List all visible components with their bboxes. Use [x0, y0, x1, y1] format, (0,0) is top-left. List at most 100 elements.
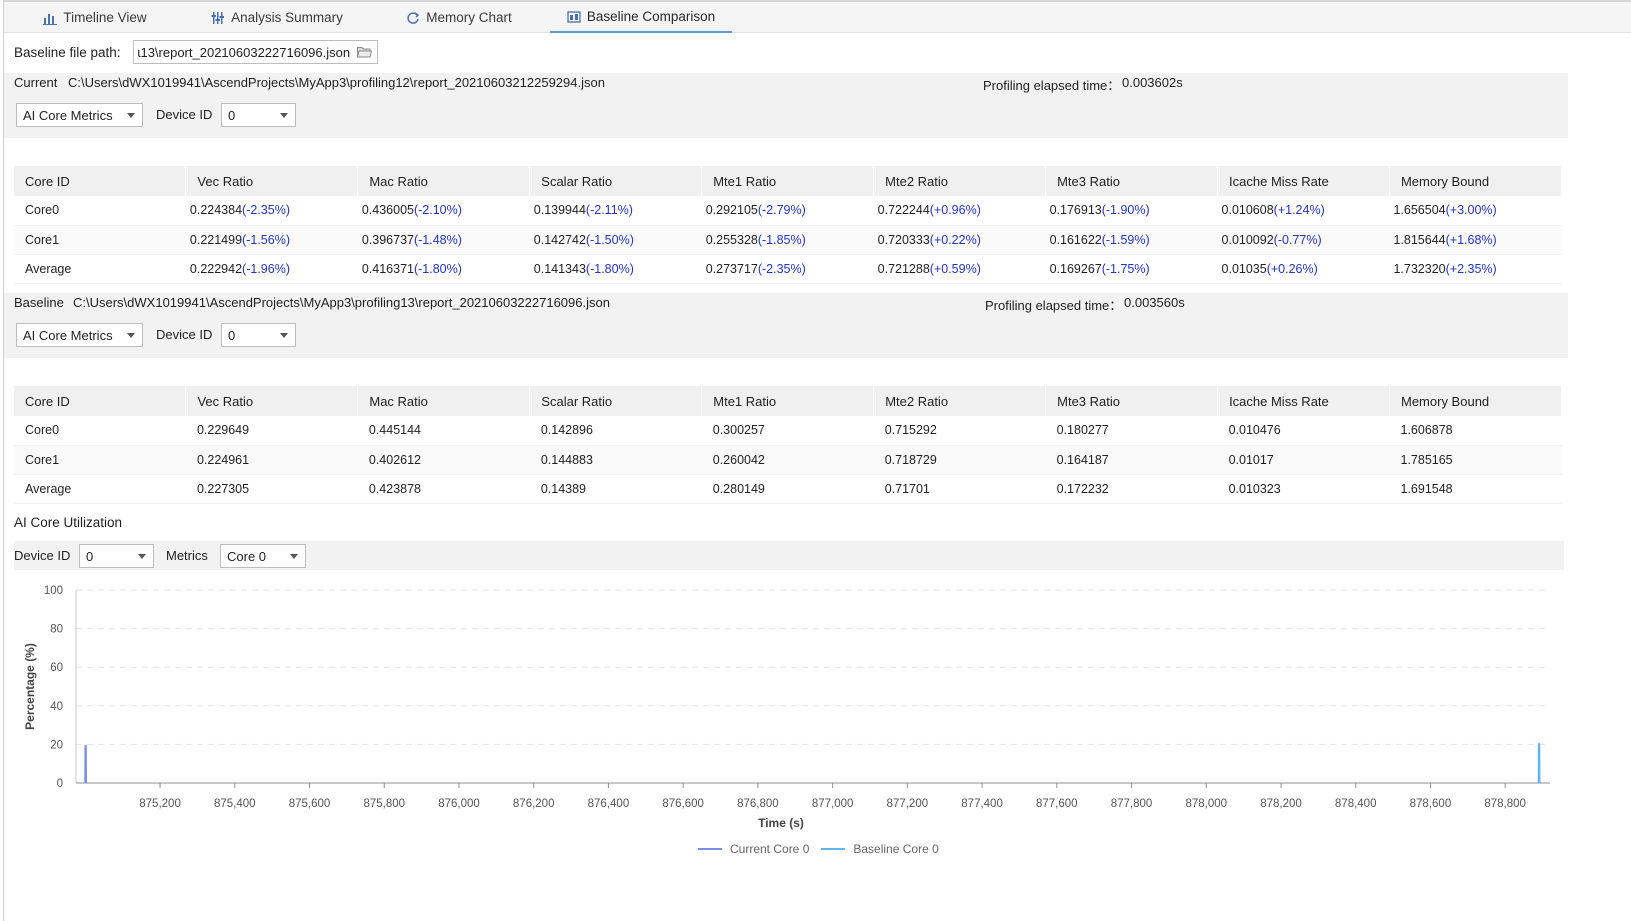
column-header: Mte1 Ratio [701, 166, 875, 196]
baseline-path: C:\Users\dWX1019941\AscendProjects\MyApp… [73, 295, 610, 310]
value: 0.169267 [1049, 261, 1102, 276]
core-id-cell: Average [14, 254, 186, 284]
baseline-path-input[interactable]: ɩ13\report_20210603222716096.json [132, 40, 378, 64]
value-cell: 0.423878 [357, 474, 530, 504]
chart-legend: Current Core 0 Baseline Core 0 [698, 842, 939, 856]
core-id-cell: Core1 [14, 445, 186, 475]
value-cell: 0.169267(-1.75%) [1045, 254, 1218, 284]
value: 0.221499 [189, 232, 243, 247]
value: 0.010608 [1221, 203, 1274, 218]
delta: (+0.26%) [1266, 261, 1318, 276]
select-value: 0 [228, 107, 236, 123]
tab-analysis-summary[interactable]: Analysis Summary [186, 2, 368, 33]
baseline-device-select[interactable]: 0 [221, 323, 296, 347]
table-header-row: Core ID Vec Ratio Mac Ratio Scalar Ratio… [14, 386, 1562, 416]
value-cell: 0.010323 [1217, 474, 1390, 504]
column-header: Scalar Ratio [529, 386, 703, 416]
legend-item[interactable]: Current Core 0 [730, 842, 809, 856]
table-row: Average 0.222942(-1.96%) 0.416371(-1.80%… [14, 254, 1562, 284]
x-tick-label: 877,400 [961, 798, 1003, 810]
column-header: Memory Bound [1389, 166, 1563, 196]
column-header: Mte3 Ratio [1045, 166, 1219, 196]
x-tick-label: 876,000 [438, 798, 480, 810]
value-cell: 1.815644(+1.68%) [1389, 225, 1562, 255]
chevron-down-icon [280, 113, 288, 118]
current-device-select[interactable]: 0 [221, 103, 296, 127]
value-cell: 0.14389 [529, 474, 702, 504]
chevron-down-icon [138, 554, 146, 559]
value: 0.416371 [361, 261, 414, 276]
baseline-metrics-select[interactable]: AI Core Metrics [16, 323, 143, 347]
value-cell: 0.176913(-1.90%) [1045, 196, 1218, 226]
tab-timeline-view[interactable]: Timeline View [4, 2, 186, 33]
x-tick-label: 876,600 [662, 798, 704, 810]
baseline-label: Baseline [14, 295, 64, 310]
delta: (+0.22%) [929, 232, 981, 247]
baseline-elapsed-value: 0.003560s [1124, 295, 1185, 310]
value-cell: 0.010476 [1217, 416, 1390, 446]
x-tick-label: 878,200 [1260, 798, 1302, 810]
value-cell: 0.229649 [185, 416, 358, 446]
delta: (+0.59%) [929, 261, 981, 276]
tab-memory-chart[interactable]: Memory Chart [368, 2, 550, 33]
y-tick-label: 20 [50, 739, 63, 751]
value-cell: 0.01017 [1217, 445, 1390, 475]
utilization-metrics-select[interactable]: Core 0 [220, 544, 306, 568]
chevron-down-icon [290, 554, 298, 559]
value-cell: 0.721288(+0.59%) [873, 254, 1046, 284]
value: 1.815644 [1393, 232, 1446, 247]
tab-label: Baseline Comparison [586, 9, 716, 24]
value-cell: 0.416371(-1.80%) [357, 254, 530, 284]
baseline-elapsed-label: Profiling elapsed time： [985, 298, 1123, 313]
legend-item[interactable]: Baseline Core 0 [853, 842, 938, 856]
core-id-cell: Core1 [14, 225, 186, 255]
table-row: Core1 0.224961 0.402612 0.144883 0.26004… [14, 445, 1562, 475]
value-cell: 0.164187 [1045, 445, 1218, 475]
delta: (-2.11%) [585, 203, 633, 218]
value: 0.01035 [1221, 261, 1267, 276]
select-value: 0 [86, 548, 94, 564]
table-row: Average 0.227305 0.423878 0.14389 0.2801… [14, 474, 1562, 504]
value-cell: 0.436005(-2.10%) [357, 196, 530, 226]
current-path: C:\Users\dWX1019941\AscendProjects\MyApp… [68, 75, 605, 90]
chevron-down-icon [127, 333, 135, 338]
value-cell: 0.255328(-1.85%) [701, 225, 874, 255]
value-cell: 0.224961 [185, 445, 358, 475]
core-id-cell: Core0 [14, 196, 186, 226]
folder-open-icon[interactable] [356, 46, 372, 58]
delta: (-1.80%) [413, 261, 462, 276]
delta: (+2.35%) [1445, 261, 1497, 276]
tab-baseline-comparison[interactable]: Baseline Comparison [550, 2, 732, 33]
x-tick-label: 878,000 [1185, 798, 1227, 810]
value: 1.732320 [1393, 261, 1446, 276]
x-tick-label: 877,600 [1036, 798, 1078, 810]
value: 0.224384 [189, 203, 243, 218]
delta: (-2.79%) [757, 203, 806, 218]
tab-label: Analysis Summary [231, 10, 343, 25]
tab-label: Timeline View [63, 10, 147, 25]
x-tick-label: 877,200 [887, 798, 929, 810]
x-tick-label: 875,400 [214, 798, 256, 810]
utilization-device-select[interactable]: 0 [79, 544, 154, 568]
table-row: Core0 0.224384(-2.35%) 0.436005(-2.10%) … [14, 196, 1562, 226]
tab-label: Memory Chart [426, 10, 512, 25]
delta: (-1.96%) [242, 261, 290, 276]
x-tick-label: 876,800 [737, 798, 779, 810]
baseline-device-label: Device ID [156, 327, 213, 342]
current-metrics-select[interactable]: AI Core Metrics [16, 103, 143, 127]
core-id-cell: Average [14, 474, 186, 504]
value-cell: 0.718729 [873, 445, 1046, 475]
x-tick-label: 876,400 [588, 798, 630, 810]
value-cell: 0.142742(-1.50%) [529, 225, 702, 255]
chevron-down-icon [127, 113, 135, 118]
table-header-row: Core ID Vec Ratio Mac Ratio Scalar Ratio… [14, 166, 1563, 196]
column-header: Mac Ratio [357, 386, 531, 416]
column-header: Mte2 Ratio [873, 386, 1047, 416]
legend-swatch [821, 848, 846, 850]
x-tick-label: 877,800 [1111, 798, 1153, 810]
value-cell: 0.273717(-2.35%) [701, 254, 874, 284]
select-value: Core 0 [227, 548, 267, 564]
column-header: Core ID [14, 166, 187, 196]
value-cell: 0.139944(-2.11%) [529, 196, 702, 226]
value: 0.722244 [877, 203, 930, 218]
